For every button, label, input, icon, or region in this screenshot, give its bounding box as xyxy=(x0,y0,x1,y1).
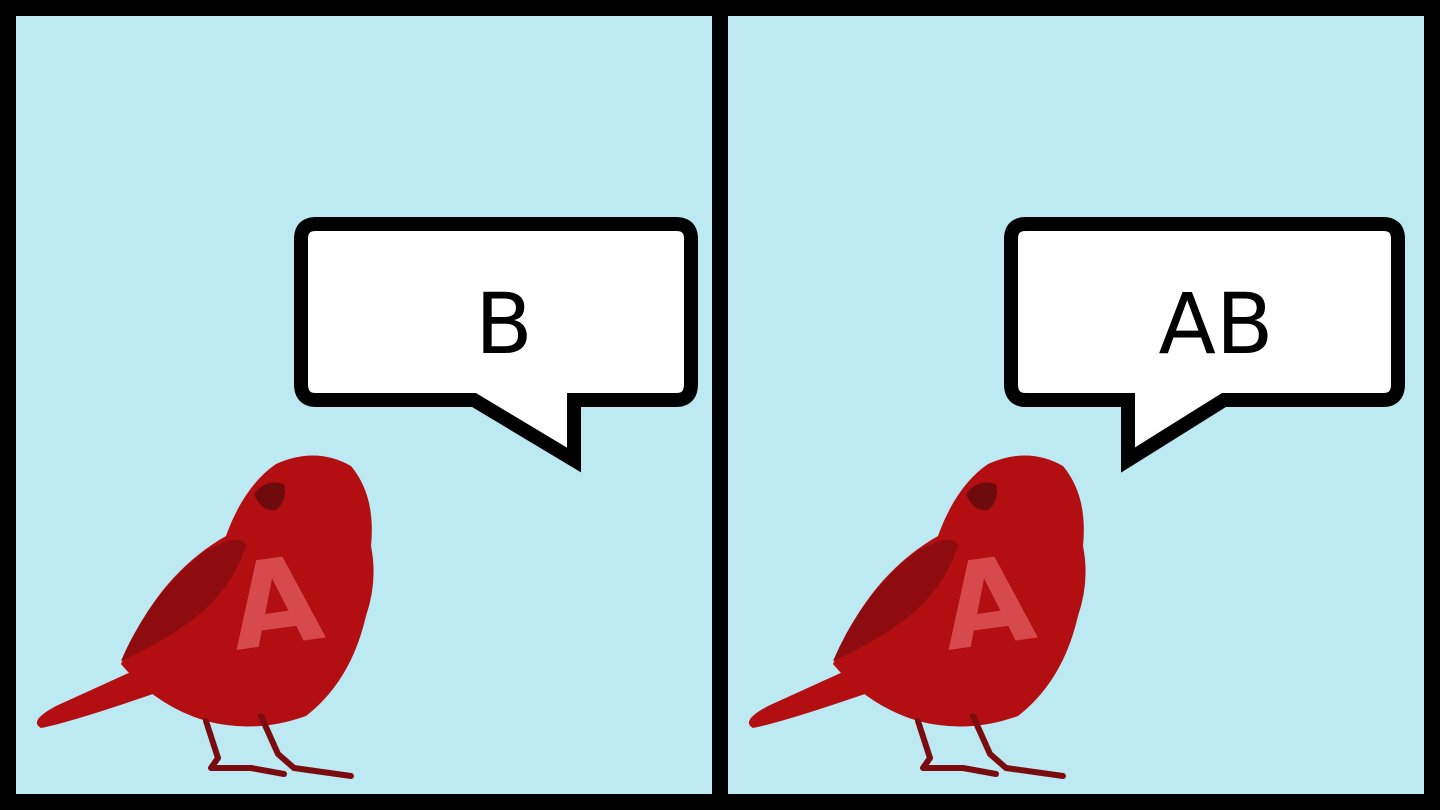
red-bird-icon: A xyxy=(36,455,374,779)
red-bird-icon: A xyxy=(748,455,1086,779)
comic-panel-left: A B xyxy=(16,16,712,794)
bird-label: A xyxy=(221,528,331,677)
comic-strip: A B A AB xyxy=(0,0,1440,810)
panel-scene: A xyxy=(748,217,1405,779)
comic-panel-right: A AB xyxy=(728,16,1424,794)
bird-label: A xyxy=(933,528,1043,677)
panel-scene: A xyxy=(36,217,698,779)
speech-text: B xyxy=(475,275,533,373)
speech-text: AB xyxy=(1158,275,1274,373)
